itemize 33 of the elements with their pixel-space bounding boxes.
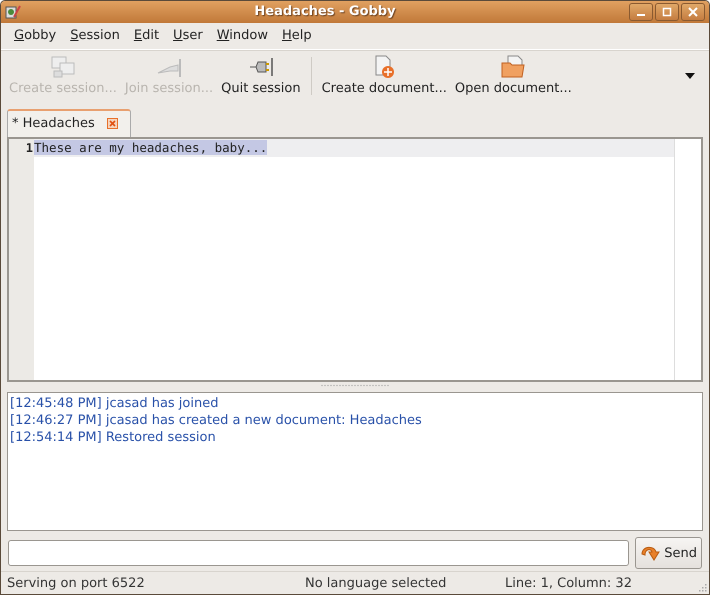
toolbar-button[interactable]: Quit session [217,55,305,96]
toolbar-button[interactable]: Open document... [450,55,576,96]
curved-arrow-icon [640,544,662,562]
chat-input-field[interactable] [8,540,630,566]
overflow-arrow-icon[interactable] [685,72,695,79]
app-icon [5,4,21,20]
menu-item[interactable]: Help [274,28,319,44]
chat-message: [12:54:14 PM] Restored session [10,428,217,446]
chat-message: [12:46:27 PM] jcasad has created a new document: Headaches [10,412,423,429]
send-button[interactable]: Send [635,537,702,570]
menu-item[interactable]: Window [210,28,275,44]
line-number: 1 [26,140,33,157]
close-icon[interactable] [106,118,118,130]
status-text: Serving on port 6522 [7,576,146,591]
maximize-button[interactable] [655,2,679,21]
close-icon [688,6,698,17]
status-text: No language selected [305,576,448,591]
maximize-icon [662,6,672,17]
window-title: Headaches - Gobby [253,4,397,20]
menu-item[interactable]: User [166,28,210,44]
document-tab[interactable]: * Headaches [7,108,131,137]
minimize-icon [637,14,645,16]
status-text: Line: 1, Column: 32 [505,576,633,591]
minimize-button[interactable] [629,2,653,21]
toolbar-button[interactable]: Create document... [318,55,451,96]
menu-item[interactable]: Gobby [7,28,64,44]
resize-grip-icon[interactable] [697,582,707,592]
menu-item[interactable]: Edit [126,28,166,44]
folder-icon [500,55,526,80]
close-button[interactable] [681,2,705,21]
menu-item[interactable]: Session [63,28,127,44]
chat-message: [12:45:48 PM] jcasad has joined [10,394,220,412]
computers-icon [50,55,76,80]
